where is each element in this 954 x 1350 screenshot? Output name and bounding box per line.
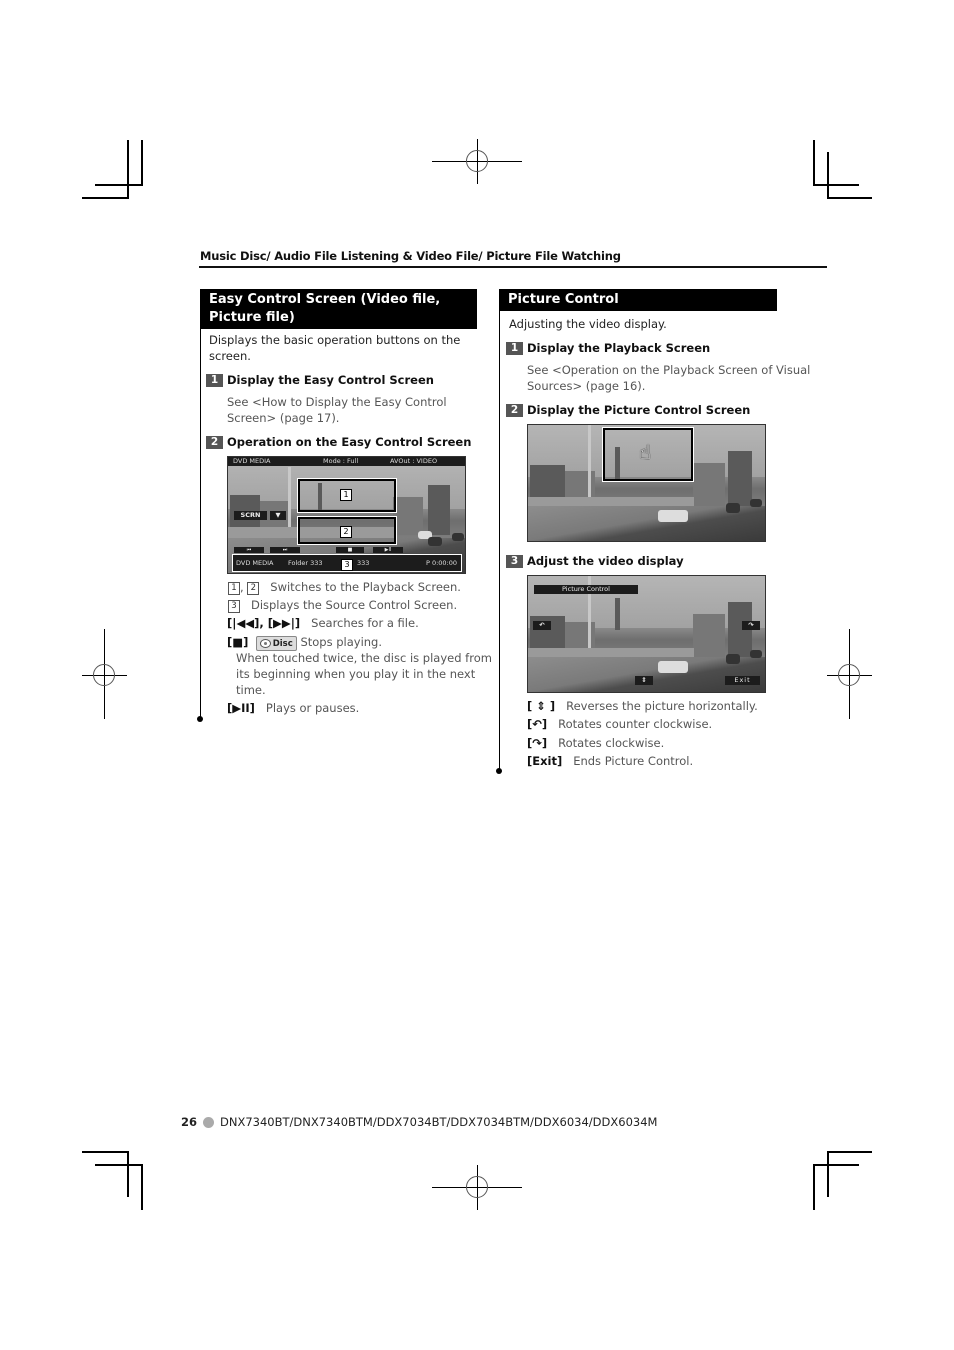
easy-control-intro: Displays the basic operation buttons on … xyxy=(209,333,461,363)
page-footer: 26 DNX7340BT/DNX7340BTM/DDX7034BT/DDX703… xyxy=(181,1115,657,1129)
column-end-dot xyxy=(197,716,203,722)
exit-button[interactable]: Exit xyxy=(725,676,760,685)
stop-button[interactable]: ■ xyxy=(336,547,364,553)
step-number: 2 xyxy=(206,435,223,449)
section-title-easy-control: Easy Control Screen (Video file, Picture… xyxy=(200,289,477,329)
step-title: Display the Easy Control Screen xyxy=(227,373,434,387)
picture-control-intro: Adjusting the video display. xyxy=(509,317,667,331)
step-title: Operation on the Easy Control Screen xyxy=(227,435,472,449)
step-1-text: See <How to Display the Easy Control Scr… xyxy=(227,395,447,425)
desc-search: [|◀◀], [▶▶|] Searches for a file. xyxy=(227,616,419,630)
footer-bullet-icon xyxy=(203,1116,215,1128)
region-3-tag: 3 xyxy=(341,559,353,571)
running-head: Music Disc/ Audio File Listening & Video… xyxy=(200,249,621,263)
left-column-rule xyxy=(200,327,201,719)
src-file: 333 xyxy=(357,559,370,567)
disc-icon: Disc xyxy=(255,636,297,651)
step-1-heading: 1 Display the Playback Screen xyxy=(506,341,710,355)
prev-button[interactable]: ⏮ xyxy=(234,547,264,553)
desc-stop: [■] Disc Stops playing. xyxy=(227,635,383,651)
rotate-ccw-button[interactable]: ↶ xyxy=(533,621,551,630)
avout-label: AVOut : VIDEO xyxy=(390,457,438,465)
src-source: DVD MEDIA xyxy=(236,559,274,567)
section-title-picture-control: Picture Control xyxy=(499,289,777,311)
picture-control-touch-area[interactable]: ☝ xyxy=(602,427,694,482)
flip-button[interactable]: ⇕ xyxy=(635,676,653,685)
desc-exit: [Exit] Ends Picture Control. xyxy=(527,754,694,768)
scrn-dropdown-button[interactable]: ▼ xyxy=(270,511,286,520)
desc-regions-1-2: 1, 2 Switches to the Playback Screen. xyxy=(228,579,461,595)
src-time: P 0:00:00 xyxy=(425,559,457,567)
top-status-bar: DVD MEDIA Mode : Full AVOut : VIDEO xyxy=(228,457,465,466)
column-end-dot xyxy=(496,768,502,774)
picture-control-screen-image: Picture Control ↶ ↷ ⇕ Exit xyxy=(527,575,766,693)
scrn-button[interactable]: SCRN xyxy=(234,511,267,520)
right-column-rule xyxy=(499,311,500,771)
mode-label: Mode : Full xyxy=(323,457,359,465)
hand-pointer-icon: ☝ xyxy=(639,440,652,464)
step-number: 1 xyxy=(206,373,223,387)
source-control-bar[interactable]: DVD MEDIA Folder 333 333 P 0:00:00 3 xyxy=(232,554,462,572)
desc-play-pause: [▶II] Plays or pauses. xyxy=(227,701,360,715)
rotate-cw-button[interactable]: ↷ xyxy=(742,621,760,630)
desc-rotate-ccw: [↶] Rotates counter clockwise. xyxy=(527,717,713,731)
easy-control-screen-image: DVD MEDIA Mode : Full AVOut : VIDEO SCRN… xyxy=(227,456,466,574)
step-3-heading: 3 Adjust the video display xyxy=(506,554,684,568)
play-pause-button[interactable]: ▶II xyxy=(373,547,403,553)
step-2-heading: 2 Operation on the Easy Control Screen xyxy=(206,435,471,449)
region-2-playback[interactable]: 2 xyxy=(297,516,397,545)
model-list: DNX7340BT/DNX7340BTM/DDX7034BT/DDX7034BT… xyxy=(220,1115,658,1129)
next-button[interactable]: ⏭ xyxy=(270,547,300,553)
desc-stop-note: When touched twice, the disc is played f… xyxy=(236,651,492,697)
region-1-playback[interactable]: 1 xyxy=(297,478,397,513)
playback-screen-image: ☝ xyxy=(527,424,766,542)
step-2-heading: 2 Display the Picture Control Screen xyxy=(506,403,750,417)
desc-region-3: 3 Displays the Source Control Screen. xyxy=(228,597,457,613)
source-label: DVD MEDIA xyxy=(233,457,271,465)
src-folder: Folder 333 xyxy=(288,559,323,567)
desc-rotate-cw: [↷] Rotates clockwise. xyxy=(527,736,665,750)
page-number: 26 xyxy=(181,1115,198,1129)
picture-control-title-bar: Picture Control xyxy=(534,585,638,594)
step-1-text: See <Operation on the Playback Screen of… xyxy=(527,363,811,393)
desc-flip: [ ⇕ ] Reverses the picture horizontally. xyxy=(527,699,758,713)
running-head-rule xyxy=(199,266,827,268)
step-1-heading: 1 Display the Easy Control Screen xyxy=(206,373,434,387)
